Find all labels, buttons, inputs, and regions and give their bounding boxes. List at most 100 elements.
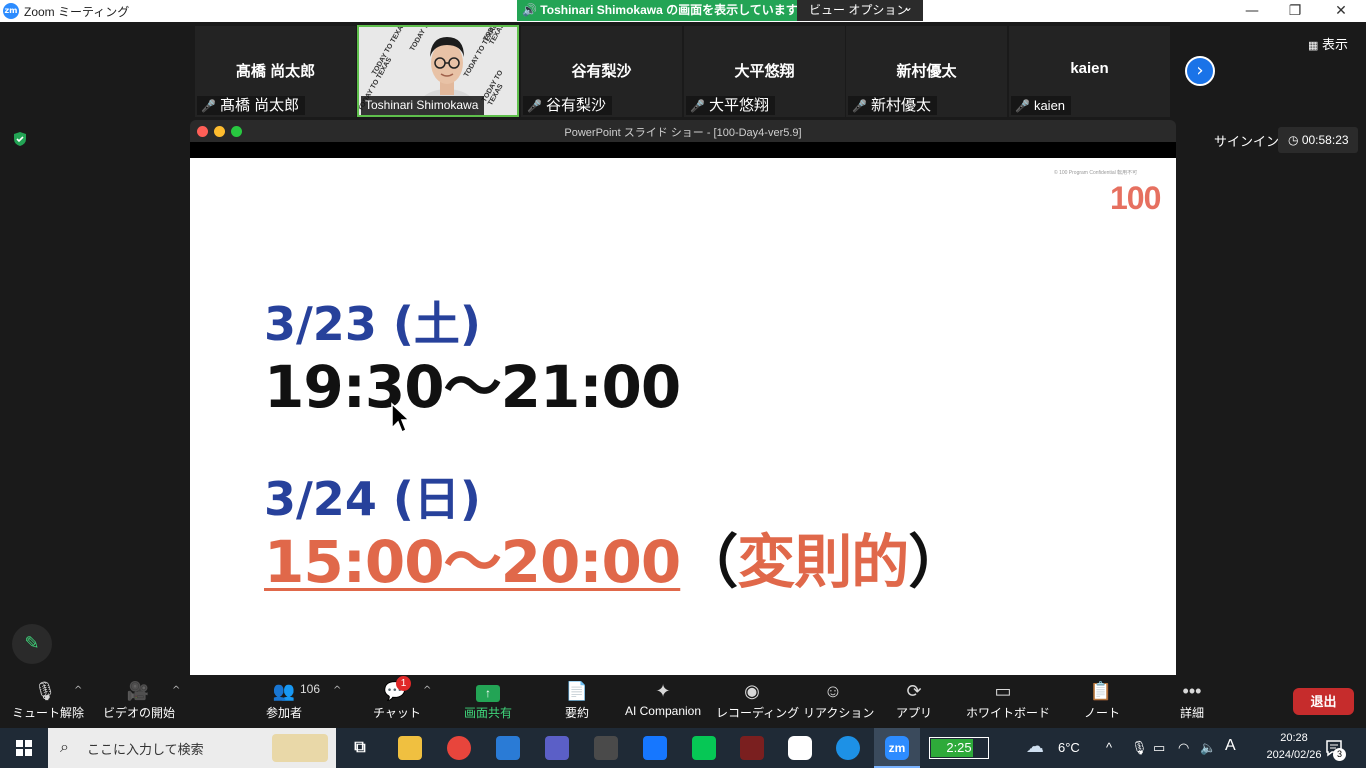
mic-muted-icon: 🎤 bbox=[527, 99, 542, 113]
battery-icon[interactable]: ▭ bbox=[1153, 740, 1165, 756]
microphone-muted-icon: 🎙 bbox=[33, 681, 57, 701]
chevron-up-icon[interactable]: ^ bbox=[423, 685, 431, 696]
timer-text: 00:58:23 bbox=[1301, 133, 1349, 147]
microphone-icon[interactable]: 🎙 bbox=[1131, 740, 1148, 756]
reactions-button[interactable]: ☺ リアクション bbox=[803, 680, 875, 721]
whiteboard-button[interactable]: ▭ ホワイトボード bbox=[966, 680, 1051, 721]
slide-time-2: 15:00〜20:00（変則的） bbox=[264, 515, 966, 599]
speaker-icon: 🔊 bbox=[522, 3, 537, 17]
ime-indicator[interactable]: A bbox=[1225, 737, 1236, 755]
chevron-up-icon[interactable]: ^ bbox=[1106, 740, 1112, 755]
participant-name-label: 🎤 新村優太 bbox=[848, 96, 937, 115]
participant-tile[interactable]: kaien 🎤 kaien bbox=[1009, 26, 1170, 117]
view-button[interactable]: ▦ 表示 bbox=[1308, 34, 1348, 53]
zoom-taskbar-button[interactable]: zm bbox=[874, 728, 920, 768]
grid-icon: ▦ bbox=[1308, 40, 1319, 52]
slack-icon[interactable] bbox=[788, 736, 812, 760]
slide-time-1: 19:30〜21:00 bbox=[264, 353, 681, 421]
leave-meeting-button[interactable]: 退出 bbox=[1293, 688, 1354, 715]
clock-time[interactable]: 20:28 bbox=[1266, 732, 1322, 744]
summary-label: 要約 bbox=[564, 706, 589, 720]
share-screen-button[interactable]: ↑ 画面共有 bbox=[460, 680, 516, 721]
weather-temperature[interactable]: 6°C bbox=[1058, 740, 1080, 755]
view-options-button[interactable]: ビュー オプション ⌄ bbox=[797, 0, 923, 21]
notes-button[interactable]: 📋 ノート bbox=[1084, 680, 1120, 721]
wifi-icon[interactable]: ◠ bbox=[1178, 740, 1189, 756]
vscode-icon[interactable] bbox=[496, 736, 520, 760]
participant-display-name: 髙橋 尚太郎 bbox=[235, 63, 316, 80]
security-shield-icon[interactable] bbox=[12, 131, 28, 147]
meeting-timer: ◷ 00:58:23 bbox=[1278, 127, 1358, 153]
participant-display-name: kaien bbox=[1070, 60, 1109, 77]
docker-icon[interactable] bbox=[836, 736, 860, 760]
mic-muted-icon: 🎤 bbox=[1015, 99, 1030, 113]
summary-button[interactable]: 📄 要約 bbox=[560, 680, 594, 721]
participant-label-text: 新村優太 bbox=[870, 97, 931, 114]
app-title: Zoom ミーティング bbox=[24, 5, 130, 19]
mic-muted-icon: 🎤 bbox=[201, 99, 216, 113]
share-banner-text: Toshinari Shimokawa の画面を表示しています bbox=[540, 3, 798, 17]
windows-start-icon[interactable] bbox=[0, 728, 48, 768]
participant-label-text: 髙橋 尚太郎 bbox=[219, 97, 300, 114]
unmute-label: ミュート解除 bbox=[12, 706, 85, 720]
view-button-label: 表示 bbox=[1322, 37, 1349, 52]
close-window-button[interactable]: ✕ bbox=[1318, 0, 1364, 22]
restore-button[interactable]: ❐ bbox=[1272, 0, 1318, 22]
record-button[interactable]: ◉ レコーディング bbox=[716, 680, 799, 721]
search-highlight-image bbox=[272, 734, 328, 762]
more-dots-icon: ••• bbox=[1182, 681, 1202, 701]
signin-link[interactable]: サインイン bbox=[1214, 131, 1279, 150]
meeting-toolbar: 🎙 ミュート解除 ^ 🎥 ビデオの開始 ^ 👥 参加者 106 ^ 💬 チャット… bbox=[0, 675, 1366, 728]
participants-label: 参加者 bbox=[265, 706, 302, 720]
participant-video-tile[interactable]: TODAY TO TEXAS TODAY TO TEXAS TODAY TO T… bbox=[357, 25, 519, 117]
participant-tile[interactable]: 新村優太 🎤 新村優太 bbox=[846, 26, 1007, 117]
chat-button[interactable]: 💬 チャット 1 bbox=[373, 676, 421, 721]
archive-app-icon[interactable] bbox=[594, 736, 618, 760]
chevron-up-icon[interactable]: ^ bbox=[333, 685, 341, 696]
background-logo: TODAY TO TEXAS bbox=[371, 25, 408, 77]
more-button[interactable]: ••• 詳細 bbox=[1176, 680, 1208, 721]
slide-logo: 100 bbox=[1110, 180, 1161, 216]
share-arrow-icon: ↑ bbox=[476, 685, 500, 702]
next-participants-button[interactable]: › bbox=[1185, 56, 1215, 86]
taskbar-search-box[interactable]: ⌕ ここに入力して検索 bbox=[48, 728, 336, 768]
minimize-button[interactable]: — bbox=[1229, 0, 1275, 22]
start-video-button[interactable]: 🎥 ビデオの開始 bbox=[103, 680, 175, 721]
apps-button[interactable]: ⟳ アプリ bbox=[896, 680, 932, 721]
pencil-icon: ✎ bbox=[24, 633, 40, 654]
video-camera-off-icon: 🎥 bbox=[126, 681, 150, 701]
notification-count-badge: 3 bbox=[1333, 748, 1346, 761]
teams-icon[interactable] bbox=[545, 736, 569, 760]
mouse-cursor-icon bbox=[391, 402, 410, 434]
line-icon[interactable] bbox=[692, 736, 716, 760]
reactions-label: リアクション bbox=[803, 706, 875, 720]
battery-text: 2:25 bbox=[946, 740, 972, 755]
file-explorer-icon[interactable] bbox=[398, 736, 422, 760]
slide-time-2-note: 変則的 bbox=[737, 528, 909, 596]
participant-tile[interactable]: 大平悠翔 🎤 大平悠翔 bbox=[684, 26, 845, 117]
volume-icon[interactable]: 🔈 bbox=[1200, 740, 1216, 756]
confidential-note: © 100 Program Confidential 転用不可 bbox=[1054, 170, 1138, 176]
paren-open: （ bbox=[680, 528, 738, 596]
chevron-up-icon[interactable]: ^ bbox=[74, 685, 82, 696]
game-app-icon[interactable] bbox=[740, 736, 764, 760]
chevron-up-icon[interactable]: ^ bbox=[172, 685, 180, 696]
mic-muted-icon: 🎤 bbox=[690, 99, 705, 113]
ai-companion-button[interactable]: ✦ AI Companion bbox=[622, 680, 704, 718]
unmute-button[interactable]: 🎙 ミュート解除 bbox=[12, 680, 85, 721]
participant-tile[interactable]: 髙橋 尚太郎 🎤 髙橋 尚太郎 bbox=[195, 26, 356, 117]
notes-icon: 📋 bbox=[1089, 681, 1113, 701]
chrome-icon[interactable] bbox=[447, 736, 471, 760]
search-icon: ⌕ bbox=[60, 737, 69, 756]
app-j-icon[interactable] bbox=[643, 736, 667, 760]
clock-date[interactable]: 2024/02/26 bbox=[1258, 749, 1330, 761]
background-logo: TODAY TO TEXAS bbox=[480, 69, 505, 107]
whiteboard-label: ホワイトボード bbox=[966, 706, 1051, 720]
sparkle-icon: ✦ bbox=[655, 681, 671, 701]
weather-cloud-icon: ☁ bbox=[1026, 736, 1044, 757]
participant-tile[interactable]: 谷有梨沙 🎤 谷有梨沙 bbox=[521, 26, 682, 117]
annotate-pencil-button[interactable]: ✎ bbox=[12, 624, 52, 664]
task-view-icon[interactable]: ⧉ bbox=[348, 736, 372, 760]
apps-label: アプリ bbox=[896, 706, 933, 720]
participant-display-name: 谷有梨沙 bbox=[571, 63, 632, 80]
